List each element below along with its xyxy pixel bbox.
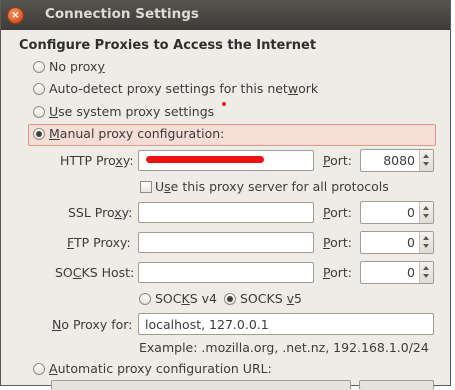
ssl-proxy-input[interactable] (138, 202, 314, 223)
no-proxy-for-input[interactable] (138, 313, 434, 335)
http-port-label: Port: (323, 153, 352, 168)
ftp-proxy-label: FTP Proxy: (67, 235, 131, 250)
dialog-window: × Connection Settings Configure Proxies … (0, 0, 451, 390)
window-title: Connection Settings (45, 6, 199, 22)
same-proxy-checkbox[interactable] (140, 181, 152, 193)
title-bar: × Connection Settings (1, 0, 450, 30)
socks-port-spin[interactable]: 0 (360, 261, 434, 284)
redaction-mark (146, 156, 264, 163)
red-mark (222, 102, 226, 106)
ssl-port-label: Port: (323, 205, 352, 220)
no-proxy-label[interactable]: No proxy (49, 59, 105, 74)
socks-v5-radio[interactable] (224, 293, 236, 305)
no-proxy-example: Example: .mozilla.org, .net.nz, 192.168.… (139, 340, 429, 355)
ftp-port-label: Port: (323, 235, 352, 250)
socks-host-input[interactable] (138, 262, 314, 283)
section-heading: Configure Proxies to Access the Internet (19, 38, 317, 53)
socks-port-value: 0 (407, 265, 415, 280)
ftp-proxy-input[interactable] (138, 232, 314, 253)
socks-port-label: Port: (323, 265, 352, 280)
automatic-proxy-radio[interactable] (33, 363, 45, 375)
ftp-port-stepper[interactable] (419, 232, 433, 253)
ftp-port-value: 0 (407, 235, 415, 250)
auto-detect-radio[interactable] (33, 83, 45, 95)
no-proxy-radio[interactable] (33, 61, 45, 73)
system-proxy-label[interactable]: Use system proxy settings (49, 104, 214, 119)
close-icon[interactable]: × (7, 7, 24, 24)
socks-v4-label[interactable]: SOCKS v4 (155, 291, 217, 306)
ssl-proxy-label: SSL Proxy: (68, 205, 133, 220)
ssl-port-stepper[interactable] (419, 202, 433, 223)
ssl-port-spin[interactable]: 0 (360, 201, 434, 224)
ssl-port-value: 0 (407, 205, 415, 220)
http-port-stepper[interactable] (419, 150, 433, 171)
automatic-proxy-label[interactable]: Automatic proxy configuration URL: (49, 361, 272, 376)
socks-port-stepper[interactable] (419, 262, 433, 283)
auto-detect-label[interactable]: Auto-detect proxy settings for this netw… (49, 81, 318, 96)
socks-host-label: SOCKS Host: (55, 265, 135, 280)
ftp-port-spin[interactable]: 0 (360, 231, 434, 254)
socks-v4-radio[interactable] (139, 293, 151, 305)
manual-proxy-radio[interactable] (33, 128, 45, 140)
http-proxy-label: HTTP Proxy: (60, 153, 134, 168)
manual-proxy-label[interactable]: Manual proxy configuration: (49, 126, 224, 141)
http-port-spin[interactable]: 8080 (360, 149, 434, 172)
http-port-value: 8080 (383, 153, 415, 168)
system-proxy-radio[interactable] (33, 106, 45, 118)
socks-v5-label[interactable]: SOCKS v5 (240, 291, 302, 306)
same-proxy-label[interactable]: Use this proxy server for all protocols (155, 179, 389, 194)
no-proxy-for-label: No Proxy for: (52, 317, 133, 332)
